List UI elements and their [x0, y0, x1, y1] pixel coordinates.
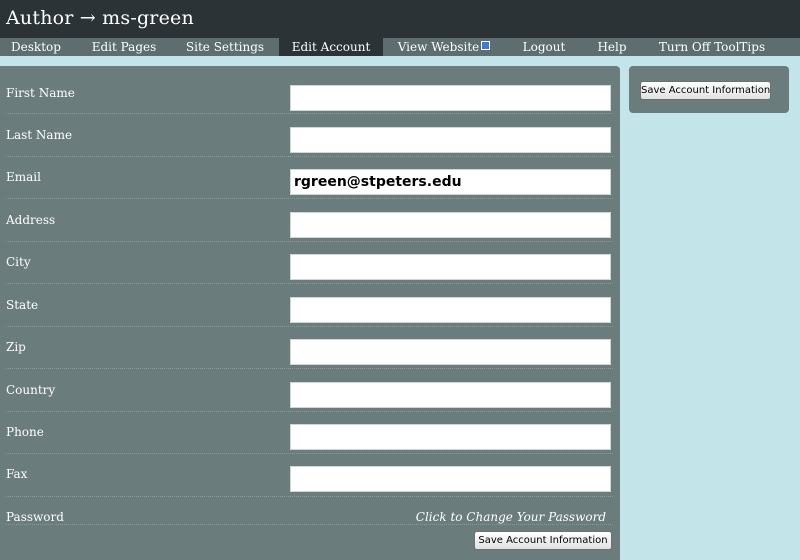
account-form-panel: First Name Last Name Email Address City … [0, 66, 620, 560]
nav-item-desktop[interactable]: Desktop [0, 38, 72, 56]
first-name-label: First Name [6, 86, 75, 100]
phone-label: Phone [6, 425, 44, 439]
row-divider [6, 368, 613, 369]
page-title: Author → ms-green [6, 7, 194, 29]
country-input[interactable] [290, 382, 611, 408]
address-input[interactable] [290, 212, 611, 238]
change-password-link[interactable]: Click to Change Your Password [416, 510, 606, 524]
row-divider [6, 113, 613, 114]
row-divider [6, 453, 613, 454]
country-label: Country [6, 383, 56, 397]
nav-item-view-website-label: View Website [397, 40, 480, 54]
city-input[interactable] [290, 254, 611, 280]
row-divider [6, 411, 613, 412]
row-divider [6, 198, 613, 199]
fax-input[interactable] [290, 466, 611, 492]
row-divider [6, 241, 613, 242]
zip-input[interactable] [290, 339, 611, 365]
phone-input[interactable] [290, 424, 611, 450]
sidebar-panel: Save Account Information [629, 66, 789, 113]
row-divider [6, 326, 613, 327]
state-input[interactable] [290, 297, 611, 323]
row-divider [6, 496, 613, 497]
nav-item-logout[interactable]: Logout [516, 38, 572, 56]
save-account-button[interactable]: Save Account Information [474, 531, 612, 550]
email-label: Email [6, 170, 41, 184]
zip-label: Zip [6, 340, 26, 354]
row-divider [6, 156, 613, 157]
external-link-icon [481, 41, 491, 50]
email-input[interactable] [290, 169, 611, 195]
nav-item-turn-off-tooltips[interactable]: Turn Off ToolTips [652, 38, 772, 56]
address-label: Address [6, 213, 56, 227]
last-name-input[interactable] [290, 127, 611, 153]
fax-label: Fax [6, 467, 28, 481]
last-name-label: Last Name [6, 128, 73, 142]
nav-item-help[interactable]: Help [592, 38, 632, 56]
city-label: City [6, 255, 31, 269]
main-nav: Desktop Edit Pages Site Settings Edit Ac… [0, 38, 800, 56]
header-bar: Author → ms-green [0, 0, 800, 38]
state-label: State [6, 298, 39, 312]
nav-item-site-settings[interactable]: Site Settings [180, 38, 270, 56]
first-name-input[interactable] [290, 85, 611, 111]
nav-item-view-website[interactable]: View Website [396, 38, 492, 56]
sidebar-save-account-button[interactable]: Save Account Information [640, 81, 771, 100]
nav-item-edit-pages[interactable]: Edit Pages [86, 38, 162, 56]
password-label: Password [6, 510, 64, 524]
row-divider [6, 524, 613, 525]
row-divider [6, 283, 613, 284]
nav-item-edit-account[interactable]: Edit Account [279, 38, 383, 56]
